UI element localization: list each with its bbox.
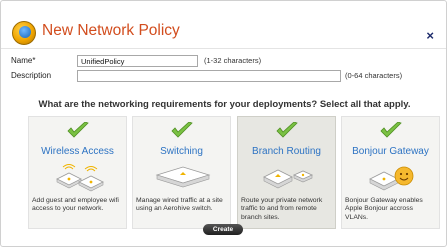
name-label: Name* [11,56,36,65]
name-input[interactable] [77,55,198,67]
create-button[interactable]: Create [203,224,243,235]
card-description: Route your private network traffic to an… [241,197,323,221]
dialog-title: New Network Policy [42,22,180,39]
card-title: Switching [160,146,203,157]
card-title: Bonjour Gateway [352,146,429,157]
checkmark-icon [67,122,89,138]
description-hint: (0-64 characters) [345,71,403,80]
aerohive-logo-icon [12,21,36,45]
switch-icon [155,166,211,188]
card-description: Manage wired traffic at a site using an … [136,197,223,213]
card-bonjour-gateway[interactable]: Bonjour Gateway Bonjour Gateway enables … [341,116,440,229]
dialog-header: New Network Policy × [1,1,446,49]
requirements-question: What are the networking requirements for… [38,99,411,110]
card-title: Branch Routing [252,146,321,157]
card-title: Wireless Access [41,146,114,157]
card-description: Add guest and employee wifi access to yo… [32,197,119,213]
card-description: Bonjour Gateway enables Apple Bonjour ac… [345,197,423,221]
card-branch-routing[interactable]: Branch Routing Route your private networ… [237,116,336,229]
wireless-access-points-icon [56,164,104,192]
checkmark-icon [276,122,298,138]
description-input[interactable] [77,70,341,82]
branch-router-icon [263,169,313,189]
checkmark-icon [171,122,193,138]
card-wireless-access[interactable]: Wireless Access Add guest and employee w… [28,116,127,229]
new-network-policy-dialog: New Network Policy × Name* (1-32 charact… [0,0,447,247]
description-label: Description [11,71,52,80]
close-icon[interactable]: × [426,28,434,43]
name-hint: (1-32 characters) [204,56,262,65]
card-switching[interactable]: Switching Manage wired traffic at a site… [132,116,231,229]
bonjour-gateway-icon [369,166,414,191]
checkmark-icon [380,122,402,138]
